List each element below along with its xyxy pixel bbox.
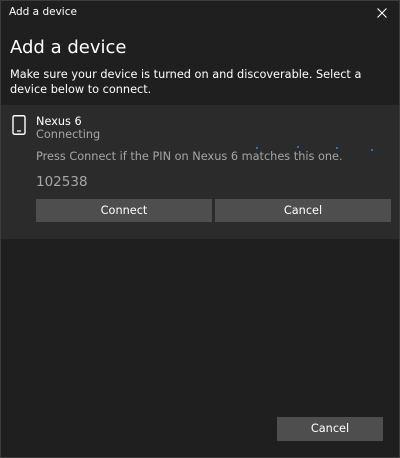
page-title: Add a device [10, 37, 127, 58]
progress-dot [371, 149, 373, 151]
progress-dot [256, 147, 258, 149]
instructions-text: Make sure your device is turned on and d… [10, 68, 362, 96]
connect-button[interactable]: Connect [36, 199, 212, 222]
cancel-pairing-button[interactable]: Cancel [215, 199, 391, 222]
pin-code: 102538 [36, 174, 88, 190]
close-icon [377, 8, 387, 18]
device-status: Connecting [36, 128, 101, 141]
title-bar: Add a device [1, 1, 399, 25]
add-device-dialog: Add a device Add a device Make sure your… [0, 0, 400, 458]
pin-message: Press Connect if the PIN on Nexus 6 matc… [36, 150, 343, 163]
device-list-item[interactable]: Nexus 6 Connecting Press Connect if the … [1, 105, 399, 239]
progress-dot [336, 147, 338, 149]
phone-icon [12, 115, 26, 135]
cancel-button[interactable]: Cancel [277, 417, 383, 441]
progress-dot [297, 146, 299, 148]
close-button[interactable] [365, 1, 399, 25]
device-name: Nexus 6 [36, 115, 82, 128]
window-title: Add a device [9, 6, 77, 18]
